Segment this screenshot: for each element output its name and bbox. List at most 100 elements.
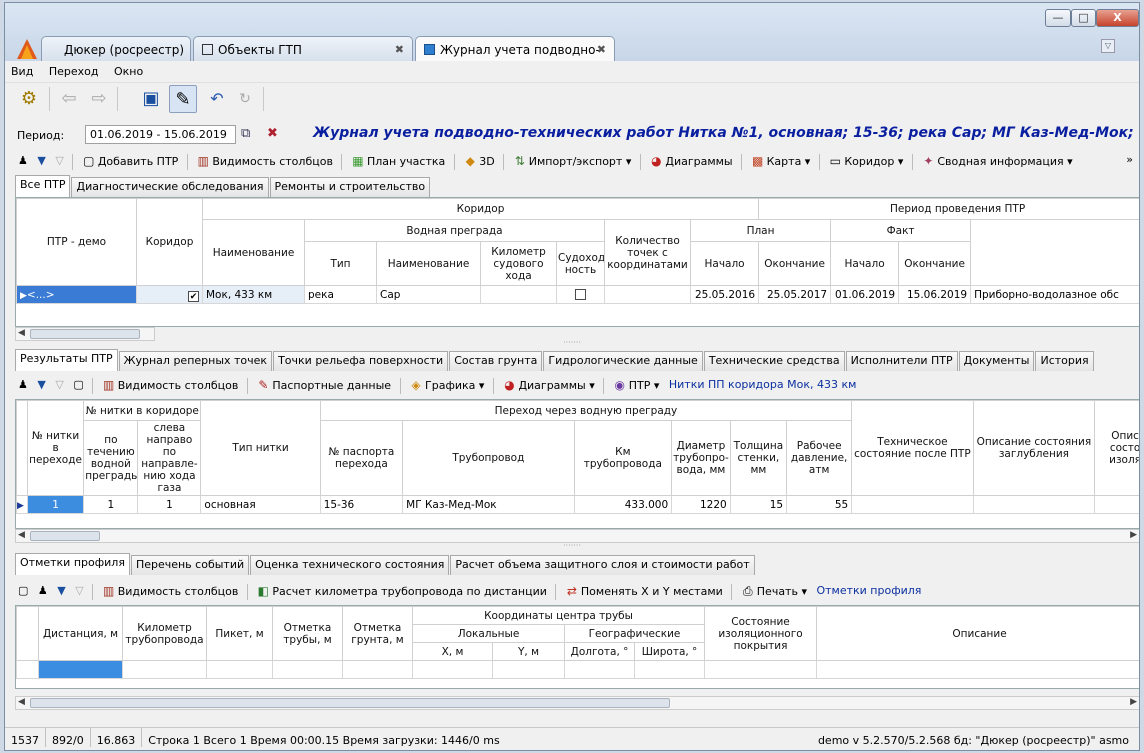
- cell-pipe-mark[interactable]: [272, 660, 343, 679]
- tab-ptr-results[interactable]: Результаты ПТР: [15, 349, 118, 371]
- cell-fact-end[interactable]: 15.06.2019: [898, 285, 972, 304]
- col-insulation-state[interactable]: Состояние изоляционного покрытия: [704, 606, 818, 661]
- col-thread-type[interactable]: Тип нитки: [200, 400, 321, 496]
- cell-left-to-right[interactable]: 1: [137, 495, 202, 514]
- swap-xy-button[interactable]: ⇄ Поменять X и Y местами: [562, 581, 726, 601]
- col-left-to-right[interactable]: слева направо по направле-нию хода газа: [137, 420, 202, 496]
- col-latitude[interactable]: Широта, °: [633, 642, 706, 661]
- col-km[interactable]: Километр судового хода: [480, 241, 557, 286]
- checkbox-unchecked[interactable]: [575, 288, 586, 300]
- col-pipeline[interactable]: Трубопровод: [402, 420, 575, 496]
- add-icon[interactable]: ▢: [70, 375, 86, 395]
- tab-list-dropdown-icon[interactable]: ▽: [1101, 39, 1115, 53]
- col-ground-mark[interactable]: Отметка грунта, м: [342, 606, 413, 661]
- period-input[interactable]: 01.06.2019 - 15.06.2019: [85, 125, 236, 144]
- col-tech-state[interactable]: Техническое состояние после ПТР: [851, 400, 974, 496]
- 3d-button[interactable]: ◆ 3D: [460, 151, 497, 171]
- minimize-button[interactable]: —: [1045, 9, 1071, 27]
- diagrams-button[interactable]: ◕ Диаграммы ▾: [499, 375, 597, 395]
- cell-tech-state[interactable]: [851, 495, 974, 514]
- cell-type[interactable]: река: [304, 285, 377, 304]
- cell-by-flow[interactable]: 1: [83, 495, 139, 514]
- site-plan-button[interactable]: ▦ План участка: [348, 151, 448, 171]
- col-corridor[interactable]: Коридор: [136, 198, 203, 286]
- tab-all-ptr[interactable]: Все ПТР: [15, 175, 71, 197]
- cell-description[interactable]: [816, 660, 1139, 679]
- edit-icon[interactable]: ✎: [169, 85, 197, 113]
- col-by-flow[interactable]: по течению водной преграды: [83, 420, 139, 496]
- scroll-left-icon[interactable]: ◀: [18, 328, 25, 338]
- tab-equipment[interactable]: Технические средства: [703, 351, 845, 371]
- col-longitude[interactable]: Долгота, °: [564, 642, 635, 661]
- find-icon[interactable]: ♟: [35, 581, 51, 601]
- cell-x[interactable]: [412, 660, 493, 679]
- toolbar-overflow[interactable]: »: [1126, 153, 1133, 166]
- cell-water-name[interactable]: Сар: [376, 285, 481, 304]
- tab-duker[interactable]: Дюкер (росреестр): [41, 36, 191, 62]
- col-thread-num[interactable]: № нитки в переходе: [26, 400, 85, 496]
- scroll-left-icon[interactable]: ◀: [18, 697, 25, 707]
- import-export-button[interactable]: ⇅ Импорт/экспорт ▾: [510, 151, 635, 171]
- table-row[interactable]: [16, 660, 1139, 679]
- col-water-name[interactable]: Наименование: [376, 241, 481, 286]
- cell-passport[interactable]: 15-36: [319, 495, 404, 514]
- col-burial[interactable]: Описание состояния заглубления: [972, 400, 1096, 496]
- clear-filter-icon[interactable]: ▽: [72, 581, 86, 601]
- save-icon[interactable]: ▣: [137, 85, 165, 113]
- menu-window[interactable]: Окно: [108, 61, 149, 78]
- tab-documents[interactable]: Документы: [958, 351, 1035, 371]
- refresh-icon[interactable]: ↻: [231, 85, 259, 113]
- col-fact-end[interactable]: Окончание: [898, 241, 972, 286]
- back-arrow-icon[interactable]: ⇦: [55, 85, 83, 113]
- cell-thread-num[interactable]: 1: [26, 495, 85, 514]
- add-ptr-button[interactable]: ▢ Добавить ПТР: [79, 151, 182, 171]
- cell-pressure[interactable]: 55: [786, 495, 853, 514]
- cell-plan-start[interactable]: 25.05.2016: [689, 285, 760, 304]
- col-x[interactable]: X, м: [412, 642, 493, 661]
- col-plan-end[interactable]: Окончание: [758, 241, 832, 286]
- filter-clear-icon[interactable]: ✖: [267, 126, 278, 141]
- col-description[interactable]: Описание: [816, 606, 1139, 661]
- cell-pipe-km[interactable]: 433.000: [573, 495, 673, 514]
- col-type[interactable]: Тип: [304, 241, 377, 286]
- cell-distance[interactable]: [38, 660, 123, 679]
- col-passport[interactable]: № паспорта перехода: [319, 420, 404, 496]
- col-points[interactable]: Количество точек с координатами: [604, 219, 691, 286]
- table-row[interactable]: ▶<...> ✔ Мок, 433 км река Сар 25.05.2016…: [16, 285, 1139, 304]
- find-icon[interactable]: ♟: [15, 375, 31, 395]
- cell-longitude[interactable]: [564, 660, 635, 679]
- col-insulation[interactable]: Опис состо изоля: [1094, 400, 1139, 496]
- cell-navigable[interactable]: [556, 285, 605, 304]
- tab-protective-layer[interactable]: Расчет объема защитного слоя и стоимости…: [450, 555, 755, 575]
- tab-benchmark-log[interactable]: Журнал реперных точек: [118, 351, 273, 371]
- cell-wall[interactable]: 15: [729, 495, 788, 514]
- scroll-thumb[interactable]: [30, 329, 140, 339]
- maximize-button[interactable]: □: [1071, 9, 1096, 27]
- tab-gtp-objects[interactable]: Объекты ГТП ✖: [193, 36, 413, 62]
- cell-picket[interactable]: [206, 660, 273, 679]
- forward-arrow-icon[interactable]: ⇨: [85, 85, 113, 113]
- menu-navigate[interactable]: Переход: [43, 61, 105, 78]
- tab-surface-points[interactable]: Точки рельефа поверхности: [273, 351, 449, 371]
- scroll-thumb[interactable]: [30, 531, 100, 541]
- undo-icon[interactable]: ↶: [203, 85, 231, 113]
- col-pipe-mark[interactable]: Отметка трубы, м: [272, 606, 343, 661]
- col-navigable[interactable]: Судоход-ность: [556, 241, 605, 286]
- calc-km-button[interactable]: ◧ Расчет километра трубопровода по дистан…: [253, 581, 550, 601]
- tab-tech-assessment[interactable]: Оценка технического состояния: [250, 555, 450, 575]
- cell-kind[interactable]: Приборно-водолазное обс: [970, 285, 1139, 304]
- cell-thread-type[interactable]: основная: [200, 495, 321, 514]
- cell-ptr[interactable]: ▶<...>: [16, 285, 137, 304]
- col-y[interactable]: Y, м: [492, 642, 565, 661]
- cell-ground-mark[interactable]: [342, 660, 413, 679]
- col-pipe-km[interactable]: Километр трубопровода: [122, 606, 207, 661]
- col-pipe-km[interactable]: Км трубопровода: [573, 420, 673, 496]
- cell-insulation[interactable]: [1094, 495, 1139, 514]
- scroll-right-icon[interactable]: ▶: [1130, 697, 1137, 707]
- splitter[interactable]: ·······: [5, 542, 1139, 550]
- add-icon[interactable]: ▢: [15, 581, 31, 601]
- cell-pipe-km[interactable]: [122, 660, 207, 679]
- clear-filter-icon[interactable]: ▽: [52, 375, 66, 395]
- filter-icon[interactable]: ▼: [34, 375, 48, 395]
- cell-y[interactable]: [492, 660, 565, 679]
